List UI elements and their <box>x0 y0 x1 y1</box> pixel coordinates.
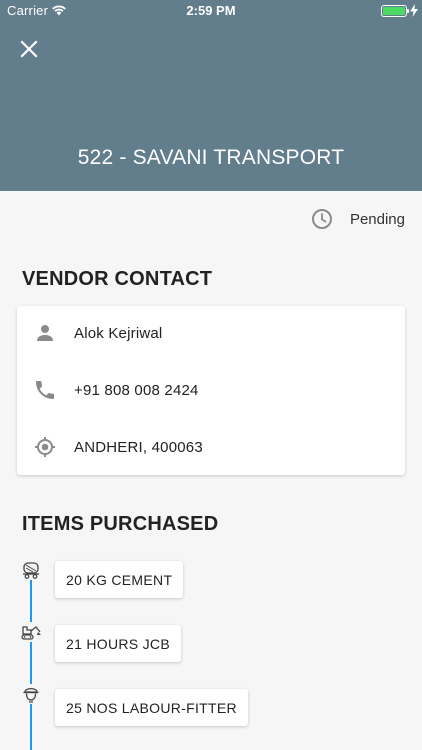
timeline-line <box>30 578 32 750</box>
charging-bolt-icon <box>410 4 418 17</box>
mixer-truck-icon <box>20 560 42 580</box>
status-bar: Carrier 2:59 PM <box>0 0 422 22</box>
status-badge: Pending <box>349 210 405 228</box>
clock-icon <box>311 209 332 229</box>
page-title: 522 - SAVANI TRANSPORT <box>77 146 345 169</box>
worker-helmet-icon <box>20 684 42 704</box>
location-icon <box>35 437 55 457</box>
item-chip-cement[interactable]: 20 KG CEMENT <box>55 561 184 598</box>
battery-icon <box>381 5 409 17</box>
contact-name-row: Alok Kejriwal <box>17 313 405 353</box>
phone-icon <box>36 381 54 399</box>
items-purchased-heading: ITEMS PURCHASED <box>22 513 219 535</box>
close-icon[interactable] <box>17 37 41 61</box>
contact-name: Alok Kejriwal <box>74 324 163 342</box>
contact-phone-row[interactable]: +91 808 008 2424 <box>17 370 405 410</box>
item-chip-jcb[interactable]: 21 HOURS JCB <box>55 625 181 662</box>
contact-phone: +91 808 008 2424 <box>74 381 199 399</box>
vendor-contact-card: Alok Kejriwal +91 808 008 2424 ANDHERI, … <box>17 306 405 475</box>
contact-location-row[interactable]: ANDHERI, 400063 <box>17 427 405 467</box>
vendor-contact-heading: VENDOR CONTACT <box>22 268 213 290</box>
order-status: Pending <box>310 206 405 232</box>
contact-address: ANDHERI, 400063 <box>74 438 203 456</box>
item-chip-labour[interactable]: 25 NOS LABOUR-FITTER <box>55 689 248 726</box>
status-time: 2:59 PM <box>186 3 236 18</box>
person-icon <box>37 325 53 341</box>
jcb-excavator-icon <box>20 622 42 642</box>
screen: Carrier 2:59 PM 522 - SAVANI TRANSPORT P… <box>0 0 422 750</box>
header: Carrier 2:59 PM 522 - SAVANI TRANSPORT <box>0 0 422 191</box>
